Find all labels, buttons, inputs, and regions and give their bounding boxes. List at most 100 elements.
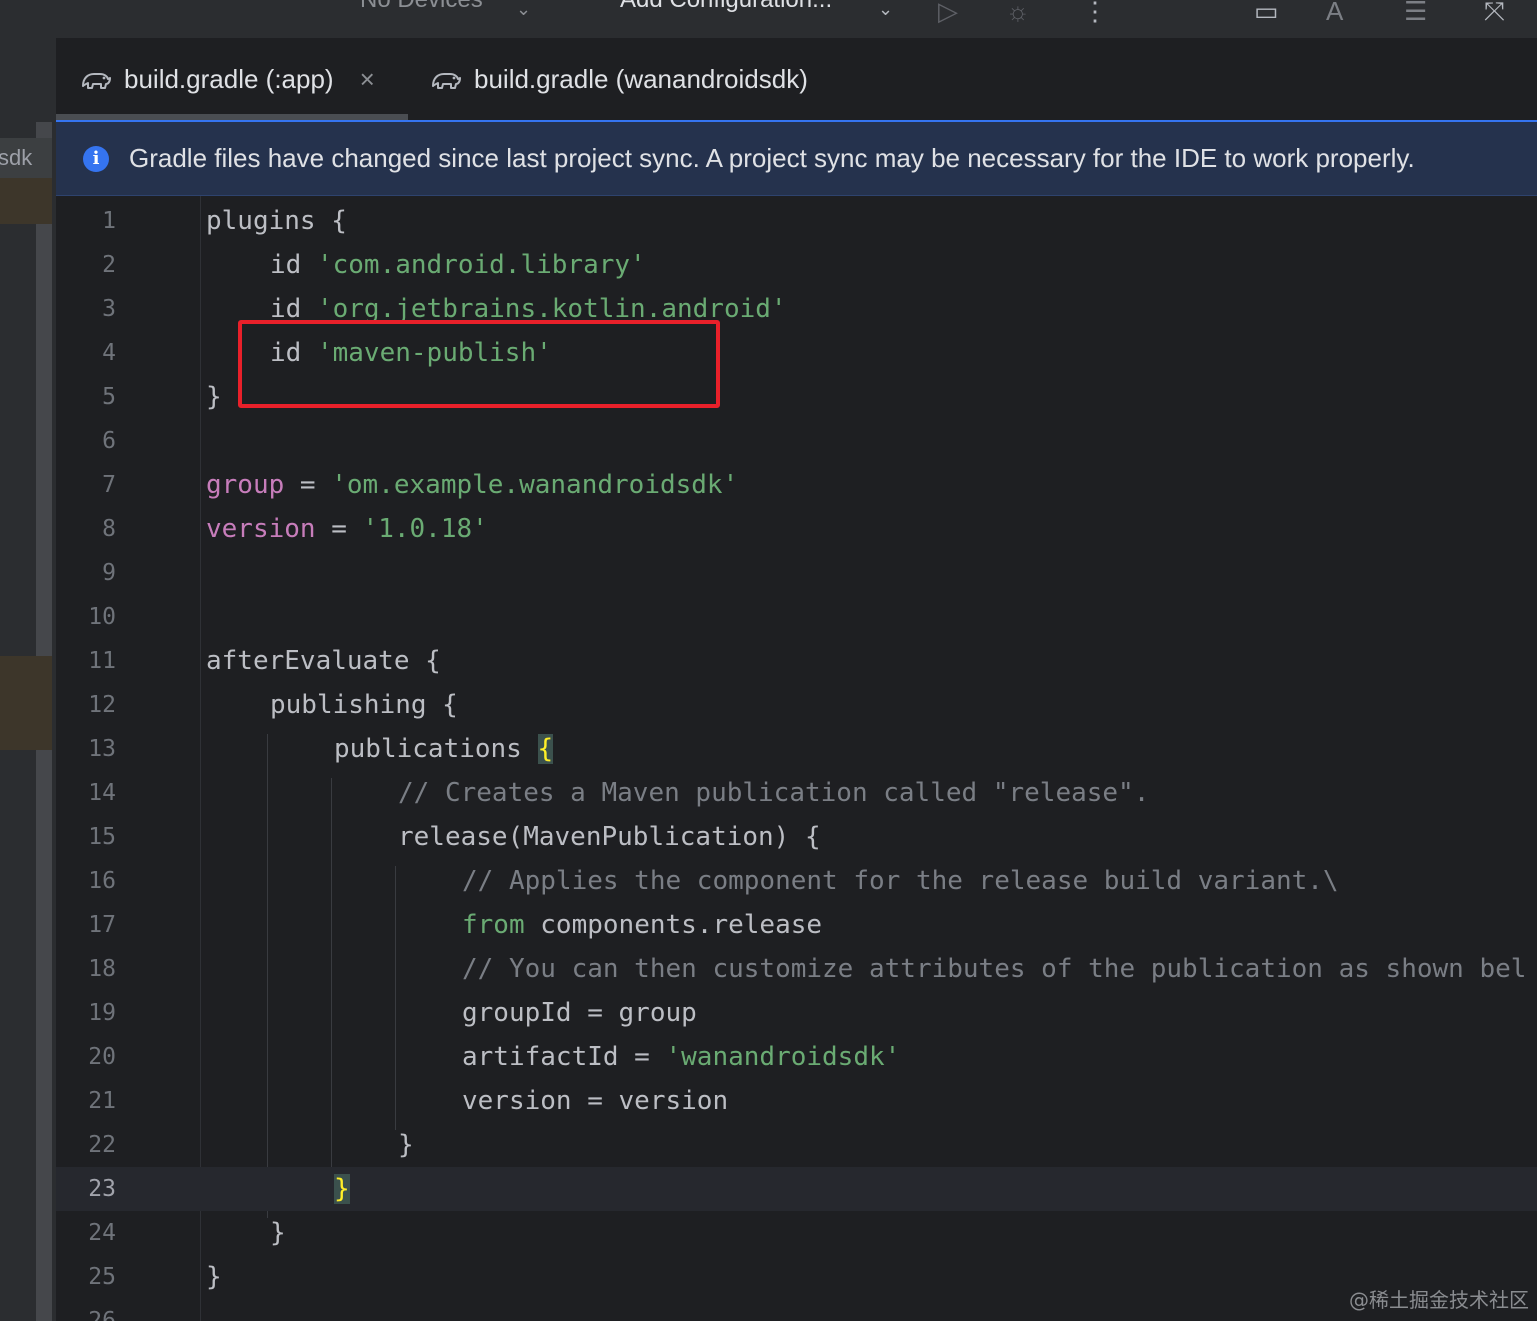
code-line[interactable]: 6: [56, 419, 1537, 463]
code-line[interactable]: 1 plugins {: [56, 199, 1537, 243]
watermark: @稀土掘金技术社区: [1349, 1288, 1529, 1312]
code-line-current[interactable]: 23}: [56, 1167, 1537, 1211]
line-number: 13: [88, 736, 116, 762]
info-icon: i: [83, 145, 109, 172]
code-line[interactable]: 17 from components.release: [56, 903, 1537, 947]
code-identifier: publications: [334, 734, 538, 764]
line-number: 19: [88, 1000, 116, 1026]
line-number: 5: [102, 384, 116, 410]
code-text: }: [398, 1130, 414, 1160]
line-number: 10: [88, 604, 116, 630]
tree-highlight: [0, 656, 52, 750]
tab-label: build.gradle (:app): [124, 63, 334, 94]
code-text: groupId = group: [462, 998, 697, 1028]
code-keyword: id: [270, 250, 317, 280]
line-number: 11: [88, 648, 116, 674]
gradle-sync-banner: i Gradle files have changed since last p…: [56, 120, 1537, 196]
matched-brace: }: [334, 1174, 350, 1204]
code-property: group: [206, 470, 285, 500]
line-number: 16: [88, 868, 116, 894]
code-property: version: [206, 514, 316, 544]
code-line[interactable]: 25}: [56, 1255, 1537, 1299]
code-operator: =: [284, 470, 332, 500]
code-line[interactable]: 19 groupId = group: [56, 991, 1537, 1035]
line-number: 7: [102, 472, 116, 498]
line-number: 23: [88, 1176, 116, 1202]
code-line[interactable]: 22}: [56, 1123, 1537, 1167]
run-config-selector[interactable]: Add Configuration...: [620, 0, 832, 14]
code-text: publishing {: [270, 690, 458, 720]
code-line[interactable]: 10: [56, 595, 1537, 639]
close-icon[interactable]: ×: [360, 64, 375, 95]
code-line[interactable]: 21 version = version: [56, 1079, 1537, 1123]
code-line[interactable]: 16 // Applies the component for the relea…: [56, 859, 1537, 903]
line-number: 20: [88, 1044, 116, 1070]
code-line[interactable]: 24}: [56, 1211, 1537, 1255]
code-text: release(MavenPublication) {: [398, 822, 821, 852]
chevron-down-icon[interactable]: ⌄: [516, 0, 531, 22]
chevron-down-icon[interactable]: ⌄: [878, 0, 893, 22]
run-icon[interactable]: ▷: [938, 0, 958, 24]
line-number: 22: [88, 1132, 116, 1158]
code-line[interactable]: 15 release(MavenPublication) {: [56, 815, 1537, 859]
tab-build-gradle-sdk[interactable]: build.gradle (wanandroidsdk): [430, 38, 808, 120]
code-text: plugins {: [206, 199, 347, 243]
line-number: 4: [102, 340, 116, 366]
code-line[interactable]: 18 // You can then customize attributes o…: [56, 947, 1537, 991]
sync-list-icon[interactable]: ☰: [1404, 0, 1427, 24]
line-number: 21: [88, 1088, 116, 1114]
tab-label: build.gradle (wanandroidsdk): [474, 63, 808, 94]
code-identifier: artifactId =: [462, 1042, 666, 1072]
code-line[interactable]: 26: [56, 1299, 1537, 1321]
gradle-elephant-icon: [82, 73, 111, 89]
more-icon[interactable]: ⋮: [1082, 0, 1108, 24]
code-line[interactable]: 7 group = 'om.example.wanandroidsdk': [56, 463, 1537, 507]
line-number: 24: [88, 1220, 116, 1246]
line-number: 25: [88, 1264, 116, 1290]
translate-icon[interactable]: A: [1326, 0, 1343, 24]
device-selector[interactable]: No Devices: [360, 0, 483, 14]
project-tree-item[interactable]: sdk: [0, 138, 52, 178]
tab-build-gradle-app[interactable]: build.gradle (:app) ×: [80, 38, 375, 120]
code-line[interactable]: 20 artifactId = 'wanandroidsdk': [56, 1035, 1537, 1079]
code-comment: // You can then customize attributes of …: [462, 954, 1527, 984]
code-string: 'com.android.library': [316, 250, 646, 280]
code-line[interactable]: 2 id 'com.android.library': [56, 243, 1537, 287]
code-identifier: components.release: [524, 910, 823, 940]
code-text: afterEvaluate {: [206, 646, 441, 676]
line-number: 8: [102, 516, 116, 542]
gradle-elephant-icon: [432, 73, 461, 89]
code-line[interactable]: 13 publications {: [56, 727, 1537, 771]
project-panel: sdk: [0, 38, 56, 1321]
code-text: version = version: [462, 1086, 729, 1116]
code-text: version = '1.0.18': [206, 507, 488, 551]
line-number: 17: [88, 912, 116, 938]
line-number: 3: [102, 296, 116, 322]
code-text: group = 'om.example.wanandroidsdk': [206, 463, 738, 507]
line-number: 9: [102, 560, 116, 586]
gradle-sync-icon[interactable]: ⤧: [1484, 0, 1505, 24]
line-number: 2: [102, 252, 116, 278]
main-toolbar: No Devices ⌄ Add Configuration... ⌄ ▷ ☼ …: [0, 0, 1537, 39]
code-comment: // Creates a Maven publication called "r…: [398, 778, 1150, 808]
code-text: }: [206, 382, 222, 412]
debug-icon[interactable]: ☼: [1006, 0, 1030, 24]
code-line[interactable]: 8 version = '1.0.18': [56, 507, 1537, 551]
code-line[interactable]: 9: [56, 551, 1537, 595]
code-text: }: [270, 1218, 286, 1248]
code-text: id 'com.android.library': [270, 243, 646, 287]
line-number: 14: [88, 780, 116, 806]
code-text: publications {: [334, 727, 554, 771]
line-number: 1: [102, 208, 116, 234]
line-number: 15: [88, 824, 116, 850]
code-brace: {: [315, 206, 347, 236]
code-comment: // Applies the component for the release…: [462, 866, 1339, 896]
code-line[interactable]: 11 afterEvaluate {: [56, 639, 1537, 683]
code-text: }: [206, 1262, 222, 1292]
code-line[interactable]: 12 publishing {: [56, 683, 1537, 727]
code-text: artifactId = 'wanandroidsdk': [462, 1035, 900, 1079]
device-manager-icon[interactable]: ▭: [1254, 0, 1279, 24]
line-number: 18: [88, 956, 116, 982]
code-line[interactable]: 14 // Creates a Maven publication called …: [56, 771, 1537, 815]
code-string: '1.0.18': [362, 514, 488, 544]
